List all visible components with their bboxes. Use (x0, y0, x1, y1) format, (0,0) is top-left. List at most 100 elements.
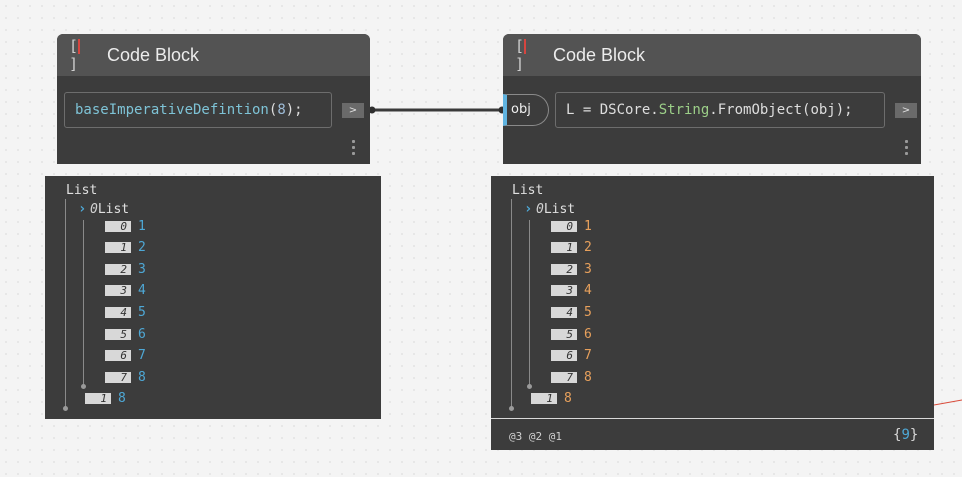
code-block-node-2[interactable]: [ ] Code Block obj L = DSCore. String .Fro… (503, 34, 921, 164)
list-item[interactable]: 12 (551, 239, 592, 256)
tree-dot (509, 406, 514, 411)
code-editor[interactable]: L = DSCore. String .FromObject(obj); (555, 92, 885, 128)
list-item[interactable]: 23 (551, 261, 592, 278)
list-item[interactable]: 01 (551, 218, 592, 235)
tree-line-inner (83, 220, 84, 387)
list-item[interactable]: 56 (551, 326, 592, 343)
item-value: 8 (564, 391, 572, 406)
count-brace-close: } (909, 427, 919, 443)
preview-bubble-1[interactable]: List › 0List 01 12 23 34 45 56 67 78 18 (45, 176, 381, 419)
item-index: 2 (551, 264, 577, 275)
code-editor[interactable]: baseImperativeDefintion(8); (64, 92, 332, 128)
item-value: 3 (584, 262, 592, 277)
list-item[interactable]: 18 (531, 390, 572, 407)
item-value: 1 (584, 219, 592, 234)
list-item[interactable]: 23 (105, 261, 146, 278)
item-index: 1 (105, 242, 131, 253)
item-value: 1 (138, 219, 146, 234)
output-port[interactable]: > (895, 103, 917, 118)
more-options-icon[interactable] (905, 140, 908, 158)
item-value: 3 (138, 262, 146, 277)
item-index: 7 (105, 372, 131, 383)
item-value: 8 (138, 370, 146, 385)
more-options-icon[interactable] (352, 140, 355, 158)
item-index: 1 (531, 393, 557, 404)
item-value: 6 (584, 327, 592, 342)
code-function-name: baseImperativeDefintion (75, 102, 269, 118)
item-index: 5 (105, 329, 131, 340)
list-item[interactable]: 56 (105, 326, 146, 343)
node-title: Code Block (553, 44, 646, 65)
item-index: 6 (105, 350, 131, 361)
list-item[interactable]: 34 (105, 282, 146, 299)
item-index: 7 (551, 372, 577, 383)
item-index: 5 (551, 329, 577, 340)
item-index: 3 (551, 285, 577, 296)
list-levels[interactable]: @3 @2 @1 (509, 430, 562, 443)
sublist-index: 0 (536, 202, 544, 217)
item-value: 7 (584, 348, 592, 363)
list-item[interactable]: 67 (551, 347, 592, 364)
tree-line-inner (529, 220, 530, 387)
tree-line-outer (65, 199, 66, 409)
item-value: 2 (584, 240, 592, 255)
item-index: 1 (551, 242, 577, 253)
chevron-right-icon[interactable]: › (78, 201, 90, 217)
item-value: 2 (138, 240, 146, 255)
item-index: 6 (551, 350, 577, 361)
node-title: Code Block (107, 44, 200, 65)
item-value: 5 (138, 305, 146, 320)
sublist-index: 0 (90, 202, 98, 217)
list-item[interactable]: 78 (105, 369, 146, 386)
preview-root-label: List (512, 183, 544, 198)
list-item[interactable]: 45 (105, 304, 146, 321)
sublist-header[interactable]: › 0List (78, 201, 129, 217)
item-index: 1 (85, 393, 111, 404)
item-value: 8 (584, 370, 592, 385)
list-item[interactable]: 18 (85, 390, 126, 407)
code-paren-open: ( (268, 102, 278, 118)
sublist-header[interactable]: › 0List (524, 201, 575, 217)
item-value: 8 (118, 391, 126, 406)
code-block-icon: [ ] (515, 37, 526, 73)
output-port[interactable]: > (342, 103, 364, 118)
list-item[interactable]: 45 (551, 304, 592, 321)
code-block-icon: [ ] (69, 37, 80, 73)
preview-root-label: List (66, 183, 98, 198)
list-item[interactable]: 67 (105, 347, 146, 364)
item-value: 5 (584, 305, 592, 320)
code-class-name: String (658, 102, 710, 118)
chevron-right-icon[interactable]: › (524, 201, 536, 217)
item-index: 2 (105, 264, 131, 275)
list-item[interactable]: 34 (551, 282, 592, 299)
item-value: 6 (138, 327, 146, 342)
count-value: 9 (901, 427, 910, 443)
item-index: 0 (105, 221, 131, 232)
sublist-label: List (97, 202, 130, 217)
item-value: 4 (584, 283, 592, 298)
list-item[interactable]: 12 (105, 239, 146, 256)
preview-bubble-2[interactable]: List › 0List 01 12 23 34 45 56 67 78 18 @… (491, 176, 934, 450)
code-paren-close: ); (285, 102, 303, 118)
code-block-node-1[interactable]: [ ] Code Block baseImperativeDefintion(8… (57, 34, 370, 164)
code-method-call: .FromObject(obj); (709, 102, 853, 118)
tree-dot (81, 384, 86, 389)
item-value: 4 (138, 283, 146, 298)
item-value: 7 (138, 348, 146, 363)
tree-dot (63, 406, 68, 411)
code-lhs: L = DSCore. (566, 102, 659, 118)
node-header[interactable]: [ ] Code Block (57, 34, 370, 76)
item-index: 3 (105, 285, 131, 296)
code-argument: 8 (277, 102, 286, 118)
sublist-label: List (543, 202, 576, 217)
list-item[interactable]: 78 (551, 369, 592, 386)
node-header[interactable]: [ ] Code Block (503, 34, 921, 76)
item-count: {9} (893, 427, 918, 443)
tree-dot (527, 384, 532, 389)
preview-footer-divider (491, 418, 934, 419)
tree-line-outer (511, 199, 512, 409)
list-item[interactable]: 01 (105, 218, 146, 235)
item-index: 0 (551, 221, 577, 232)
item-index: 4 (551, 307, 577, 318)
input-port-obj[interactable]: obj (503, 94, 549, 126)
